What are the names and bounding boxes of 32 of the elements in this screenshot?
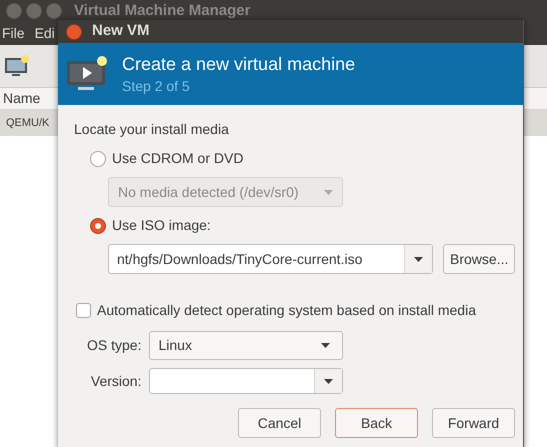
os-type-label: OS type: [87,336,142,355]
radio-button[interactable] [90,150,106,166]
dialog-button[interactable]: Forward [432,408,515,438]
checkbox[interactable] [76,303,91,318]
close-button[interactable] [6,3,22,19]
dialog-button[interactable]: Back [335,408,418,438]
maximize-button[interactable] [46,3,62,19]
dialog-button[interactable]: Cancel [238,408,321,438]
os-type-select[interactable]: Linux [149,331,344,360]
version-label: Version: [90,372,142,390]
caret-icon [324,190,333,194]
radio-label[interactable]: Use CDROM or DVD [112,148,244,169]
dialog-title: New VM [92,21,150,42]
caret-icon [324,378,334,384]
radio-label[interactable]: Use ISO image: [112,215,211,236]
close-button[interactable] [66,24,82,40]
checkbox-label[interactable]: Automatically detect operating system based on install media [97,300,476,321]
menu-item[interactable]: File [2,23,25,44]
minimize-button[interactable] [26,3,42,19]
step-label: Step 2 of 5 [122,76,191,96]
section-label: Locate your install media [74,120,230,139]
monitor-icon [66,55,110,93]
window-title: Virtual Machine Manager [74,0,250,21]
dialog-heading: Create a new virtual machine [122,52,356,76]
monitor-icon[interactable] [4,54,30,78]
browse-button[interactable]: Browse... [443,244,516,274]
radio-button[interactable] [90,218,106,234]
caret-icon [414,256,423,262]
menu-item[interactable]: Edi [34,23,55,44]
iso-path-combo[interactable]: nt/hgfs/Downloads/TinyCore-current.iso [108,244,433,274]
caret-icon [321,343,330,348]
version-combo[interactable] [149,368,344,394]
